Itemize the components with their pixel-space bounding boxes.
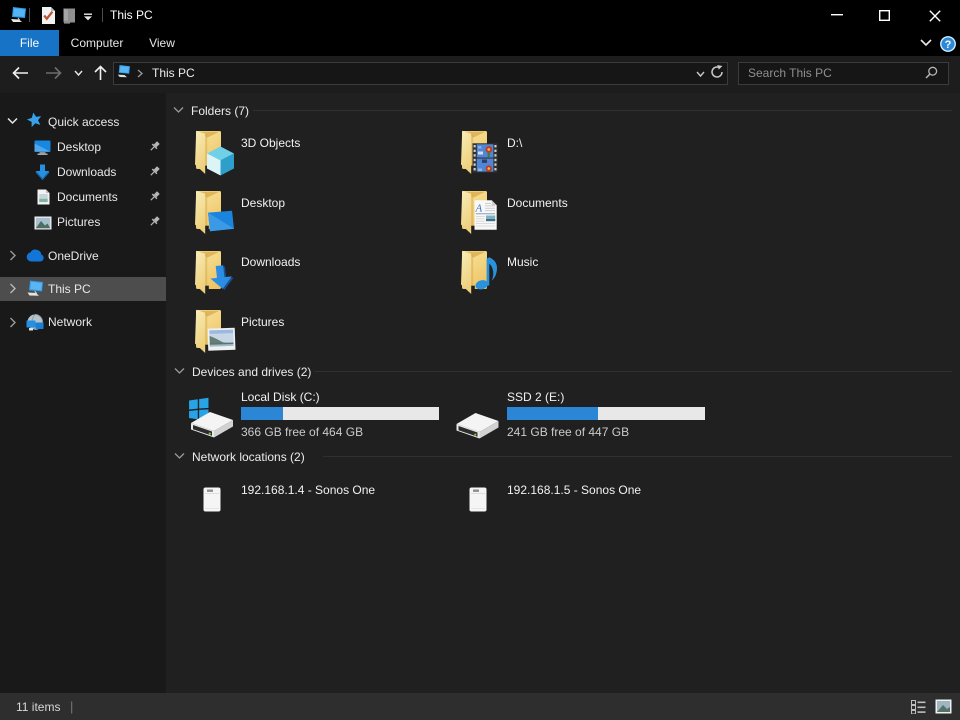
svg-text:?: ?	[945, 39, 952, 51]
svg-text:A: A	[475, 203, 483, 215]
